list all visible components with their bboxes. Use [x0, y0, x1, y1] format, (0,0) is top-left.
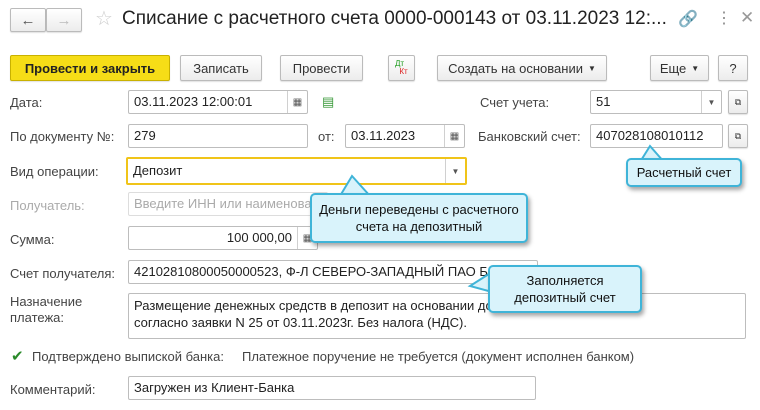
callout-deposit-account: Заполняется депозитный счет	[488, 265, 642, 313]
callout-money-transferred: Деньги переведены с расчетного счета на д…	[310, 193, 528, 243]
callout-current-account: Расчетный счет	[626, 158, 742, 187]
